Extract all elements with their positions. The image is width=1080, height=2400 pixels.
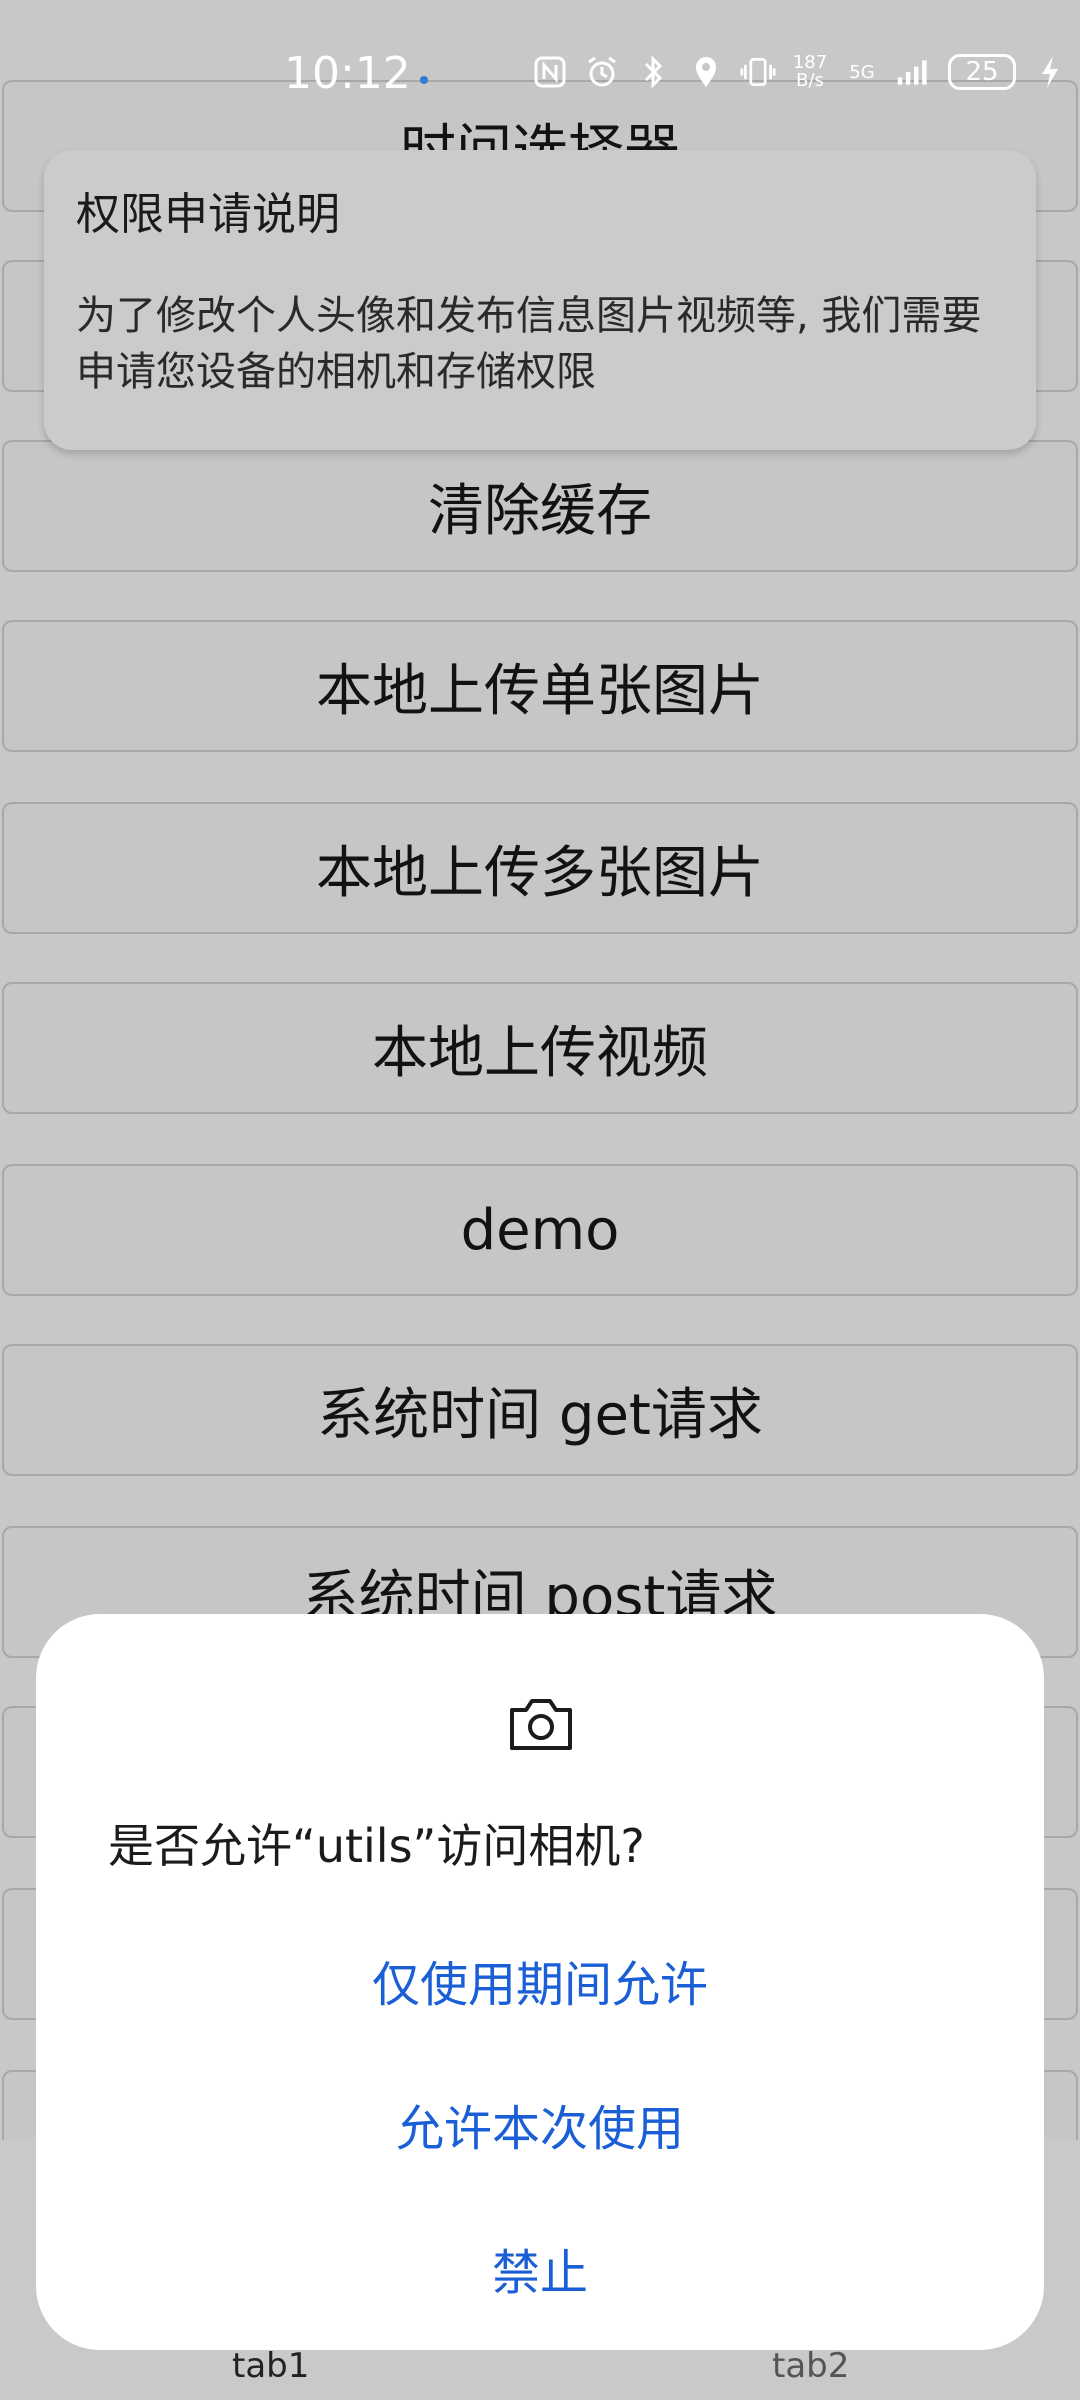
button-label: 系统时间 get请求 — [317, 1382, 763, 1448]
button-label: 清除缓存 — [428, 478, 652, 544]
system-time-get-button[interactable]: 系统时间 get请求 — [2, 1344, 1078, 1476]
allow-once-button[interactable]: 允许本次使用 — [36, 2064, 1044, 2184]
alarm-icon — [584, 52, 620, 92]
clear-cache-button[interactable]: 清除缓存 — [2, 440, 1078, 572]
allow-while-using-button[interactable]: 仅使用期间允许 — [36, 1920, 1044, 2040]
deny-button[interactable]: 禁止 — [36, 2208, 1044, 2328]
upload-video-button[interactable]: 本地上传视频 — [2, 982, 1078, 1114]
bluetooth-icon — [636, 52, 672, 92]
permission-question: 是否允许“utils”访问相机? — [108, 1819, 645, 1873]
button-label: demo — [460, 1197, 620, 1263]
battery-indicator: 25 — [948, 54, 1016, 90]
button-label: 本地上传单张图片 — [316, 658, 764, 724]
nfc-icon — [532, 52, 568, 92]
network-type: 5G — [849, 61, 875, 83]
demo-button[interactable]: demo — [2, 1164, 1078, 1296]
battery-level: 25 — [965, 57, 999, 87]
permission-description: 为了修改个人头像和发布信息图片视频等, 我们需要申请您设备的相机和存储权限 — [76, 293, 982, 395]
camera-permission-dialog: 是否允许“utils”访问相机? 仅使用期间允许 允许本次使用 禁止 — [36, 1614, 1044, 2350]
signal-icon — [896, 52, 932, 92]
status-time: 10:12 — [284, 48, 411, 99]
tab-2[interactable]: tab2 — [772, 2346, 849, 2386]
button-label: 本地上传视频 — [372, 1020, 708, 1086]
upload-single-image-button[interactable]: 本地上传单张图片 — [2, 620, 1078, 752]
status-icons: 187 B/s 5G 25 — [532, 52, 1068, 92]
camera-icon — [506, 1694, 576, 1754]
upload-multiple-images-button[interactable]: 本地上传多张图片 — [2, 802, 1078, 934]
net-speed-unit: B/s — [796, 70, 824, 91]
tab-1[interactable]: tab1 — [232, 2346, 309, 2386]
charging-icon — [1032, 52, 1068, 92]
location-icon — [688, 52, 724, 92]
permission-explanation-card: 权限申请说明 为了修改个人头像和发布信息图片视频等, 我们需要申请您设备的相机和… — [44, 150, 1036, 450]
permission-title: 权限申请说明 — [76, 189, 340, 240]
vibrate-icon — [740, 52, 776, 92]
notification-dot — [420, 76, 428, 84]
button-label: 本地上传多张图片 — [316, 840, 764, 906]
status-bar: 10:12 187 B/s 5G 25 — [0, 40, 1080, 120]
network-speed: 187 B/s — [792, 52, 828, 92]
